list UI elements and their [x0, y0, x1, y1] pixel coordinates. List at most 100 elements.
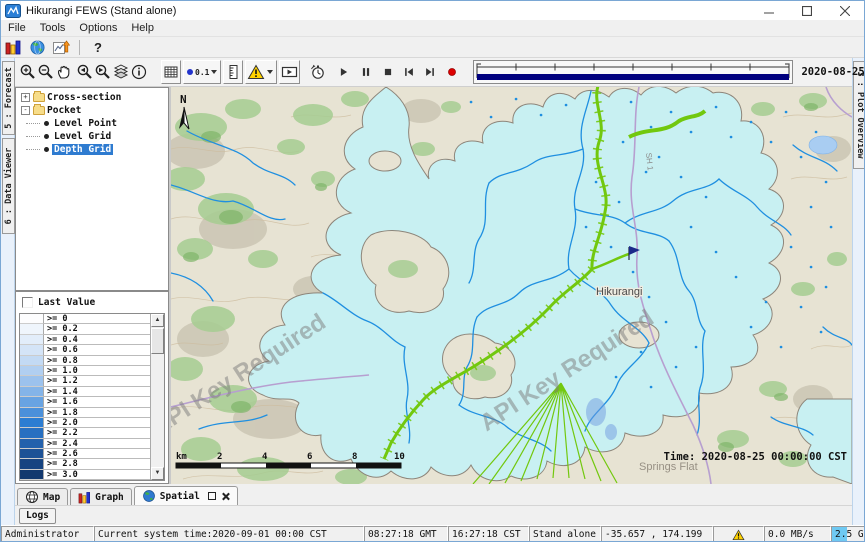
zoom-in-icon[interactable] — [19, 61, 37, 83]
legend-row[interactable]: >= 0.6 — [20, 345, 150, 355]
legend-row[interactable]: >= 3.0 — [20, 470, 150, 480]
legend-swatch — [20, 418, 44, 428]
stop-icon[interactable] — [381, 61, 395, 83]
grid-display-button[interactable] — [161, 60, 181, 84]
svg-text:6: 6 — [307, 452, 312, 462]
explorer-icon[interactable] — [1, 38, 25, 57]
road-label: SH 1 — [644, 152, 655, 171]
legend-row[interactable]: >= 2.8 — [20, 459, 150, 469]
zoom-out-icon[interactable] — [37, 61, 55, 83]
menu-bar: File Tools Options Help — [1, 20, 864, 37]
svg-text:2: 2 — [217, 452, 222, 462]
collapse-icon[interactable]: - — [21, 106, 30, 115]
application-window: Hikurangi FEWS (Stand alone) File Tools … — [0, 0, 865, 542]
legend-row[interactable]: >= 2.6 — [20, 449, 150, 459]
tab-spatial[interactable]: Spatial — [134, 486, 238, 505]
status-memory: 2.5 GB — [831, 526, 865, 542]
zoom-next-icon[interactable] — [94, 61, 112, 83]
logs-button[interactable]: Logs — [19, 508, 56, 524]
scroll-up-icon[interactable]: ▲ — [151, 314, 164, 327]
legend-label: >= 1.8 — [44, 408, 150, 418]
status-warning-icon[interactable] — [713, 526, 764, 542]
tab-graph[interactable]: Graph — [70, 488, 132, 505]
close-button[interactable] — [826, 1, 864, 20]
info-icon[interactable] — [130, 61, 148, 83]
threshold-dropdown-button[interactable]: 0.1 — [183, 60, 221, 84]
legend-label: >= 2.6 — [44, 449, 150, 459]
scroll-down-icon[interactable]: ▼ — [151, 467, 164, 480]
wireframe-globe-icon — [25, 490, 39, 504]
title-bar: Hikurangi FEWS (Stand alone) — [1, 1, 864, 20]
legend-swatch — [20, 345, 44, 355]
legend-panel: Last Value >= 0>= 0.2>= 0.4>= 0.6>= 0.8>… — [15, 291, 169, 484]
legend-swatch — [20, 397, 44, 407]
legend-swatch — [20, 314, 44, 324]
tree-view[interactable]: +Cross-section - PocketLevel PointLevel Gr… — [15, 87, 169, 291]
toolbar-separator — [79, 40, 80, 55]
scroll-thumb[interactable] — [151, 328, 164, 354]
expand-icon[interactable]: + — [21, 93, 30, 102]
menu-tools[interactable]: Tools — [33, 21, 73, 35]
zoom-previous-icon[interactable] — [76, 61, 94, 83]
record-icon[interactable] — [445, 61, 459, 83]
tab-map[interactable]: Map — [17, 488, 68, 505]
legend-row[interactable]: >= 1.4 — [20, 387, 150, 397]
play-icon[interactable] — [337, 61, 351, 83]
legend-row[interactable]: >= 0.8 — [20, 356, 150, 366]
legend-swatch — [20, 356, 44, 366]
tree-item[interactable]: Level Grid — [16, 130, 168, 143]
tab-data-viewer[interactable]: 6 : Data Viewer — [2, 138, 15, 234]
pan-hand-icon[interactable] — [55, 61, 73, 83]
timer-icon[interactable] — [309, 61, 327, 83]
close-tab-icon[interactable] — [221, 492, 230, 501]
tree-connector — [26, 123, 40, 124]
legend-row[interactable]: >= 1.0 — [20, 366, 150, 376]
maximize-button[interactable] — [788, 1, 826, 20]
tab-forecast[interactable]: 5 : Forecast — [2, 61, 15, 135]
tree-item[interactable]: +Cross-section — [16, 91, 168, 104]
menu-file[interactable]: File — [1, 21, 33, 35]
left-panel: +Cross-section - PocketLevel PointLevel Gr… — [15, 87, 171, 484]
timeline-slider[interactable] — [473, 60, 793, 84]
status-local-time: 16:27:18 CST — [448, 526, 529, 542]
threshold-dot-icon — [187, 69, 193, 75]
last-value-checkbox[interactable] — [22, 297, 33, 308]
legend-swatch — [20, 439, 44, 449]
legend-row[interactable]: >= 2.4 — [20, 439, 150, 449]
town-label: Hikurangi — [596, 286, 642, 298]
legend-label: >= 2.8 — [44, 459, 150, 469]
help-icon[interactable]: ? — [86, 38, 110, 57]
legend-row[interactable]: >= 0.2 — [20, 324, 150, 334]
menu-options[interactable]: Options — [72, 21, 124, 35]
skip-to-start-icon[interactable] — [402, 61, 416, 83]
legend-row[interactable]: >= 1.6 — [20, 397, 150, 407]
maximize-tab-icon[interactable] — [208, 492, 216, 500]
legend-scrollbar[interactable]: ▲ ▼ — [150, 314, 164, 480]
legend-label: >= 0.2 — [44, 324, 150, 334]
legend-row[interactable]: >= 0.4 — [20, 335, 150, 345]
chevron-down-icon — [211, 70, 217, 74]
ruler-button[interactable] — [223, 60, 243, 84]
minimize-button[interactable] — [750, 1, 788, 20]
map-globe-icon[interactable] — [25, 38, 49, 57]
map-time-label: Time: 2020-08-25 00:00:00 CST — [664, 451, 847, 463]
tree-item-label: Pocket — [45, 105, 83, 116]
layers-icon[interactable] — [112, 61, 130, 83]
tree-item[interactable]: Depth Grid — [16, 143, 168, 156]
legend-row[interactable]: >= 1.8 — [20, 408, 150, 418]
legend-swatch — [20, 366, 44, 376]
map-view[interactable]: API Key Required API Key Required Hikura… — [171, 87, 852, 484]
menu-help[interactable]: Help — [124, 21, 161, 35]
tree-item[interactable]: Level Point — [16, 117, 168, 130]
legend-row[interactable]: >= 1.2 — [20, 376, 150, 386]
tree-item[interactable]: - Pocket — [16, 104, 168, 117]
animation-button[interactable] — [279, 60, 300, 84]
legend-row[interactable]: >= 2.2 — [20, 428, 150, 438]
timeseries-display-icon[interactable] — [49, 38, 73, 57]
legend-row[interactable]: >= 2.0 — [20, 418, 150, 428]
legend-row[interactable]: >= 0 — [20, 314, 150, 324]
pause-icon[interactable] — [359, 61, 373, 83]
status-system-time: Current system time:2020-09-01 00:00 CST — [94, 526, 364, 542]
warning-dropdown-button[interactable] — [245, 60, 277, 84]
skip-to-end-icon[interactable] — [423, 61, 437, 83]
